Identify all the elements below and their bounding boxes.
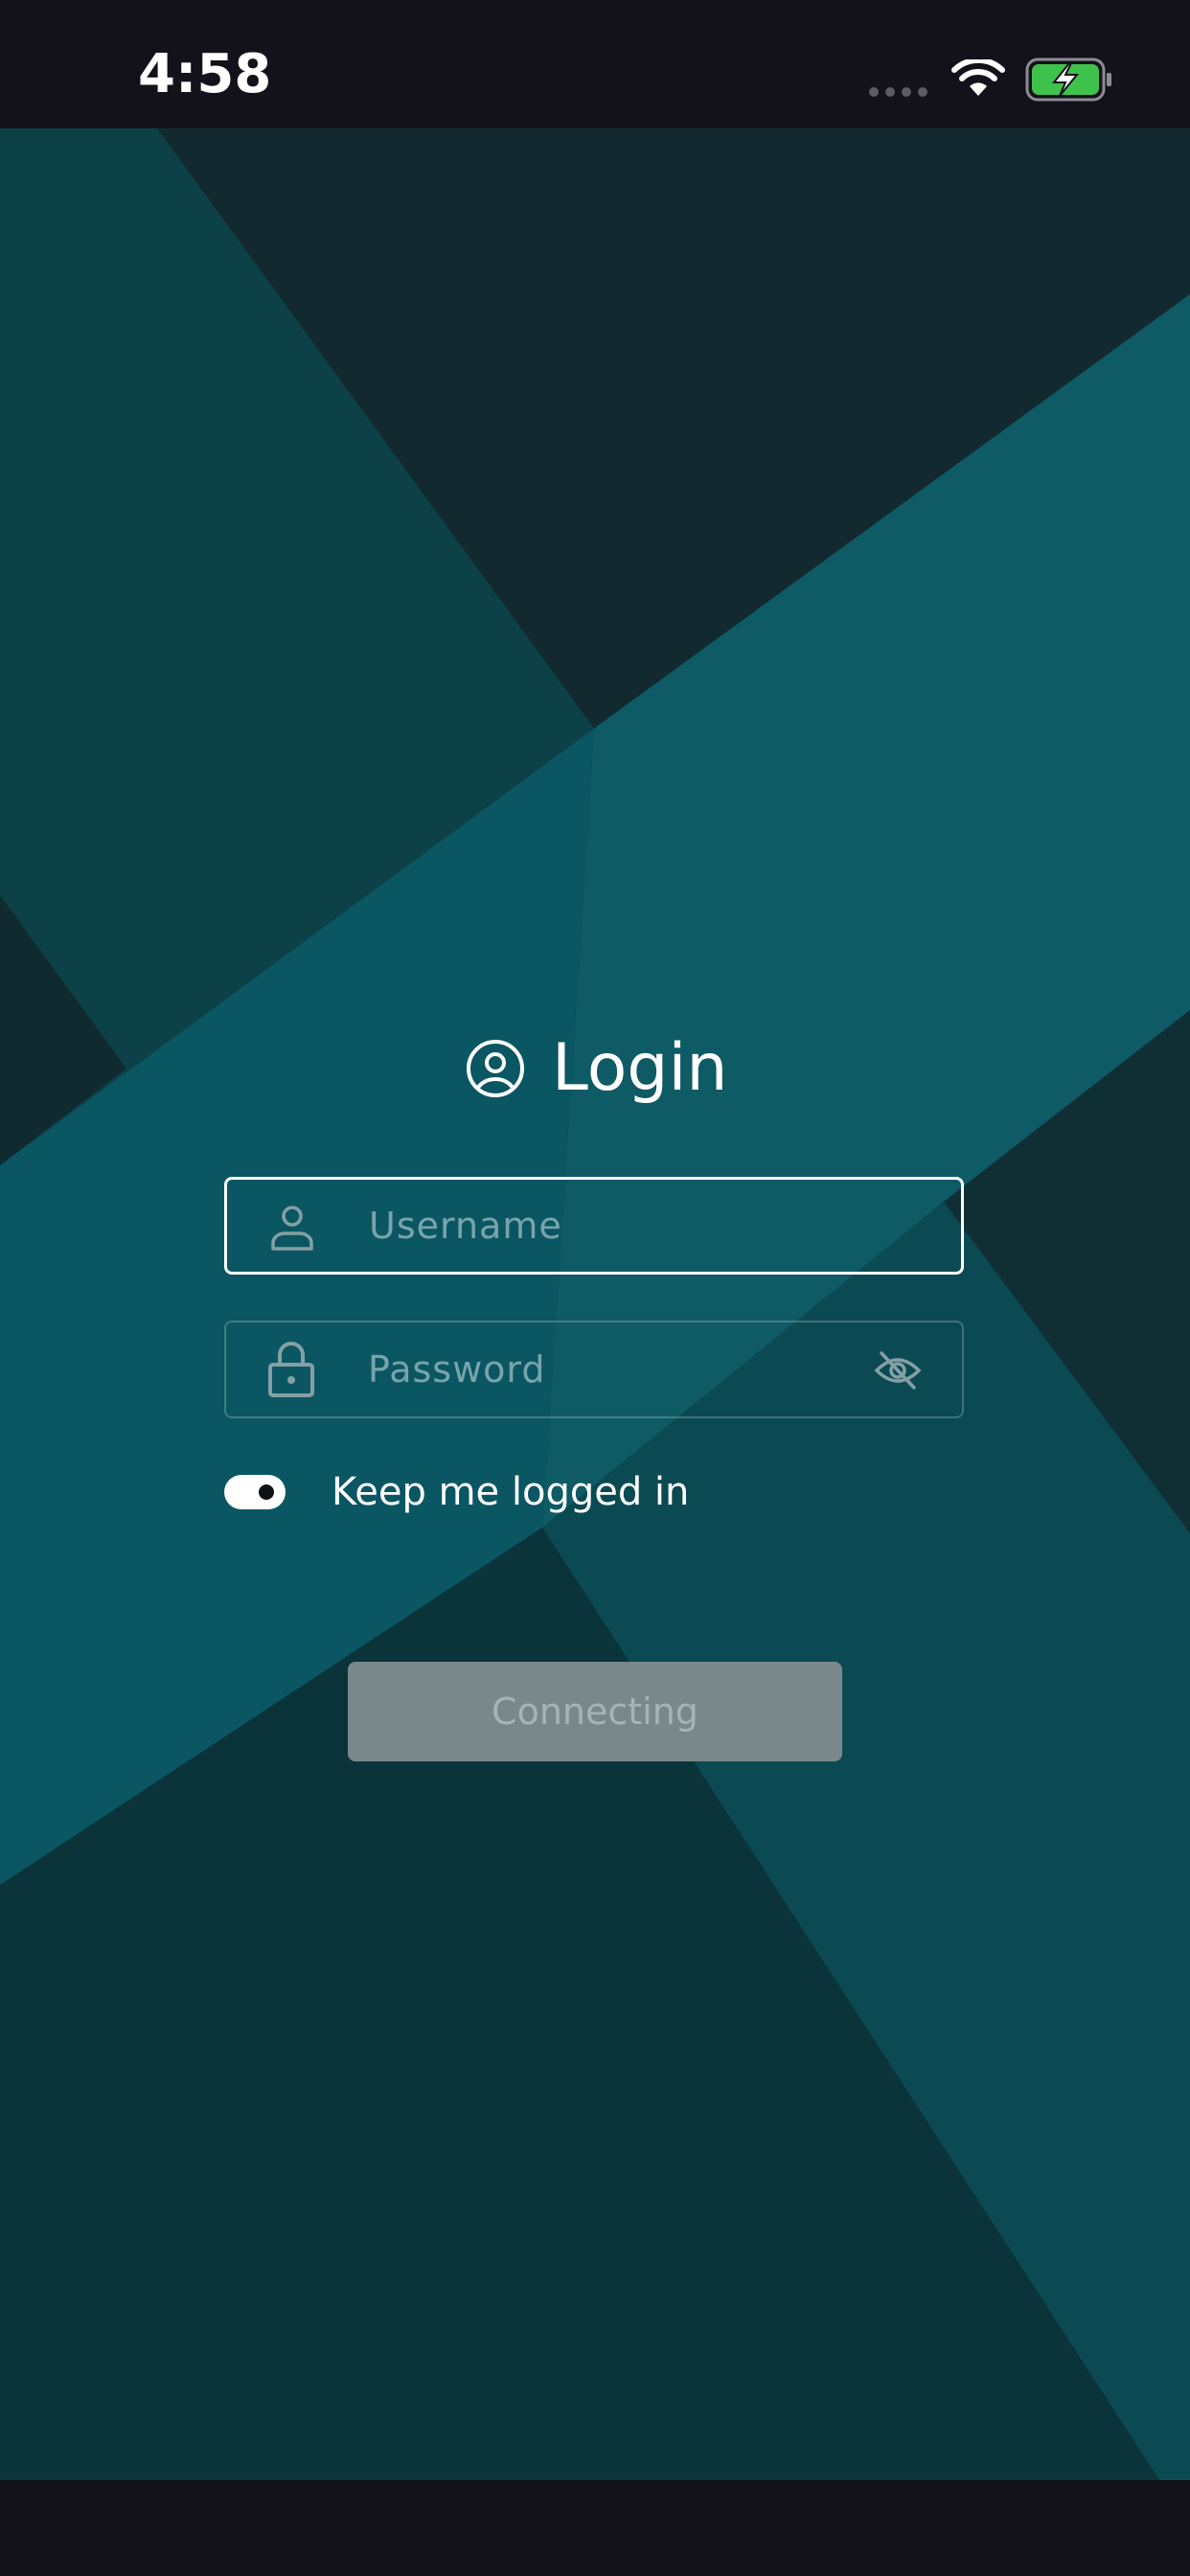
battery-charging-icon [1025, 58, 1111, 102]
username-field[interactable] [224, 1177, 964, 1275]
keep-logged-in-label: Keep me logged in [332, 1470, 690, 1514]
login-header: Login [466, 1025, 727, 1112]
background-art [0, 128, 1190, 2480]
username-input[interactable] [369, 1180, 867, 1272]
password-input[interactable] [368, 1322, 866, 1416]
toggle-knob [259, 1484, 274, 1500]
password-field[interactable] [224, 1321, 964, 1418]
wifi-icon [951, 59, 1005, 96]
connect-button[interactable]: Connecting [348, 1662, 842, 1761]
bottom-bar [0, 2480, 1190, 2576]
status-bar: 4:58 [0, 0, 1190, 128]
login-screen: Login Keep me logged in Connecting [0, 128, 1190, 2480]
user-icon [271, 1206, 313, 1251]
keep-logged-in-toggle[interactable] [224, 1475, 286, 1509]
status-time: 4:58 [138, 43, 272, 105]
eye-off-icon[interactable] [874, 1349, 922, 1392]
lock-icon [268, 1342, 314, 1397]
user-circle-icon [467, 1040, 524, 1097]
login-title: Login [552, 1030, 728, 1106]
signal-dots-icon [869, 87, 927, 97]
